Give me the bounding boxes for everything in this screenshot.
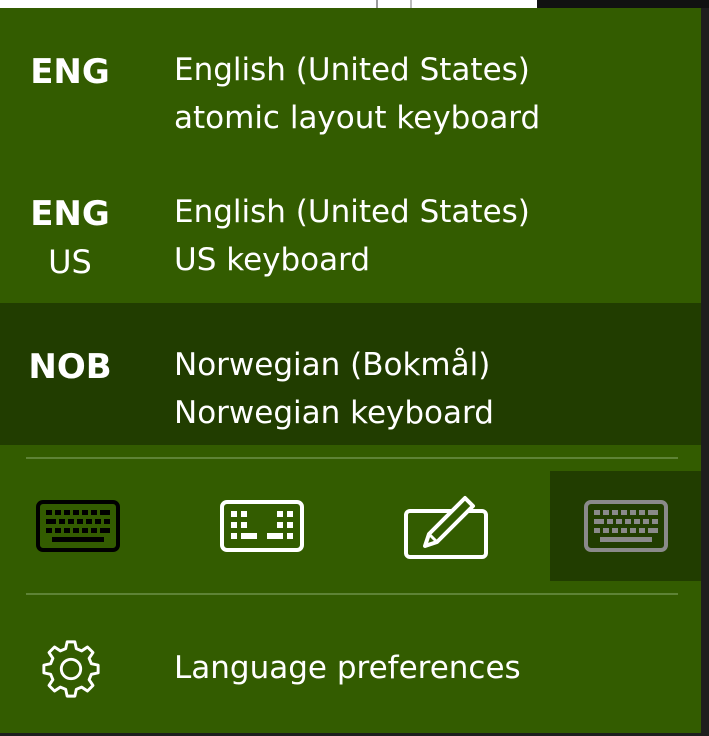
keyboard-layout-name: Norwegian keyboard xyxy=(174,395,494,431)
language-name: English (United States) xyxy=(174,194,530,230)
hardware-keyboard-button[interactable] xyxy=(550,471,701,581)
language-flyout: ENG English (United States) atomic layou… xyxy=(0,8,701,733)
language-item-eng-atomic[interactable]: ENG English (United States) atomic layou… xyxy=(0,8,701,150)
handwriting-icon xyxy=(403,496,488,559)
background-titlebar xyxy=(537,0,709,8)
split-keyboard-button[interactable] xyxy=(186,471,337,581)
handwriting-panel-button[interactable] xyxy=(370,471,521,581)
keyboard-layout-name: US keyboard xyxy=(174,242,371,278)
divider xyxy=(26,593,678,595)
background-window xyxy=(0,0,709,8)
touch-keyboard-button[interactable] xyxy=(2,471,153,581)
language-region-code: US xyxy=(48,243,92,281)
language-code: NOB xyxy=(28,347,112,387)
background-divider xyxy=(410,0,412,8)
language-preferences-link[interactable]: Language preferences xyxy=(0,604,701,734)
language-name: Norwegian (Bokmål) xyxy=(174,347,491,383)
keyboard-icon xyxy=(35,500,120,552)
background-window-edge xyxy=(701,8,709,736)
keyboard-layout-name: atomic layout keyboard xyxy=(174,100,541,136)
gear-icon xyxy=(42,640,100,698)
language-preferences-label: Language preferences xyxy=(174,650,521,686)
language-item-eng-us[interactable]: ENG US English (United States) US keyboa… xyxy=(0,150,701,292)
language-code: ENG xyxy=(30,194,110,234)
language-name: English (United States) xyxy=(174,52,530,88)
divider xyxy=(26,457,678,459)
keyboard-split-icon xyxy=(219,500,304,552)
background-divider xyxy=(376,0,378,8)
language-item-nob[interactable]: NOB Norwegian (Bokmål) Norwegian keyboar… xyxy=(0,303,701,445)
keyboard-disabled-icon xyxy=(583,500,668,552)
language-code: ENG xyxy=(30,52,110,92)
